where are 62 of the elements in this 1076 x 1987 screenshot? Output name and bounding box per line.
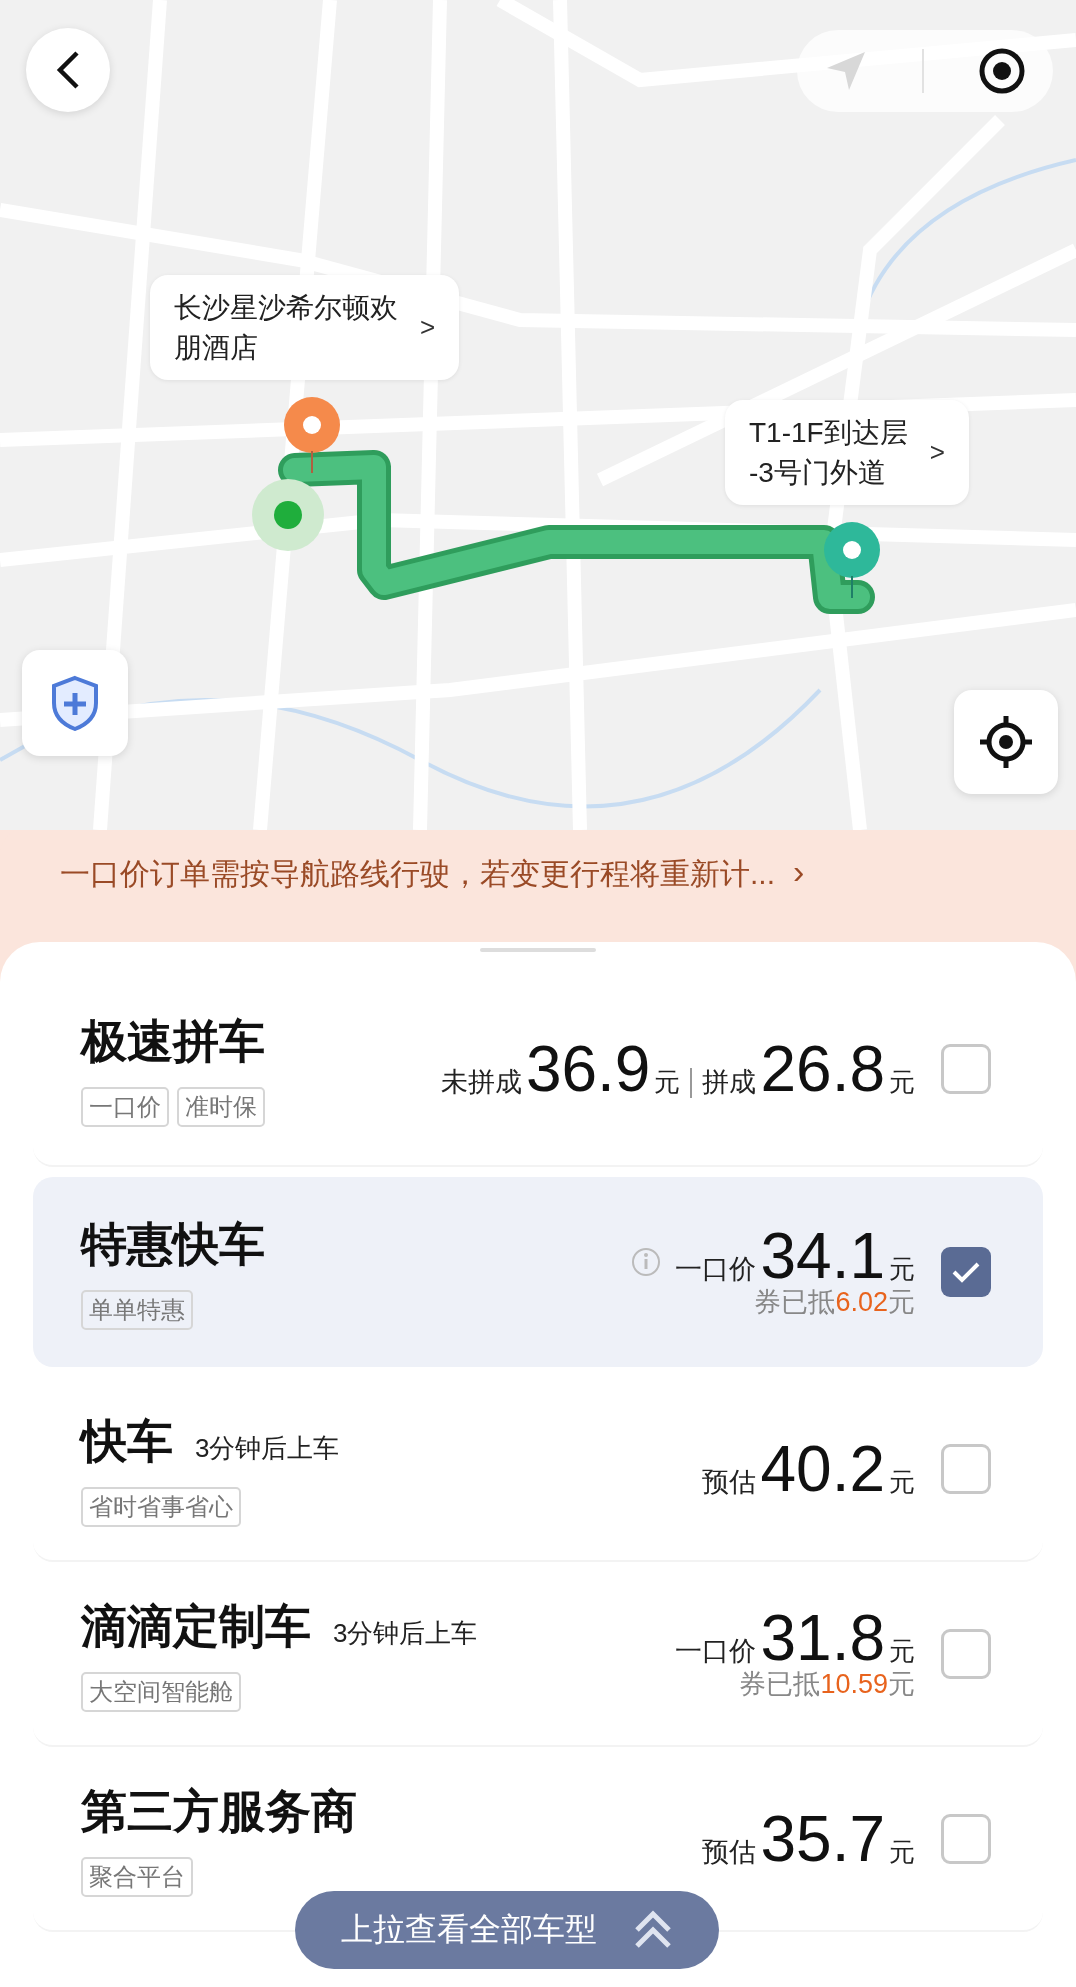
price-label: 一口价 <box>675 1253 757 1286</box>
price-amount: 40.2 <box>760 1436 885 1501</box>
ride-tag: 省时省事省心 <box>81 1486 241 1527</box>
ride-option[interactable]: 极速拼车 一口价 准时保 未拼成 36.9 元 拼成 26.8 元 <box>33 972 1043 1167</box>
ride-tag: 一口价 <box>81 1086 169 1127</box>
price-label: 预估 <box>702 1835 757 1869</box>
price-amount: 31.8 <box>760 1605 885 1670</box>
callout-text: 长沙星沙希尔顿欢 <box>174 291 398 325</box>
price-amount: 36.9 <box>525 1036 651 1101</box>
callout-arrow: > <box>420 312 436 344</box>
ride-checkbox[interactable] <box>941 1443 991 1494</box>
callout-text: 朋酒店 <box>174 330 259 365</box>
back-icon <box>55 50 81 90</box>
callout-arrow: > <box>929 437 945 469</box>
ride-name: 快车 <box>81 1413 173 1469</box>
ride-tag: 大空间智能舱 <box>81 1671 241 1712</box>
ride-option[interactable]: 滴滴定制车 3分钟后上车 大空间智能舱 一口价 31.8 元 券已抵10.59元 <box>33 1562 1043 1747</box>
ride-option[interactable]: 快车 3分钟后上车 省时省事省心 预估 40.2 元 <box>33 1377 1043 1562</box>
ride-checkbox[interactable] <box>941 1813 991 1864</box>
safety-shield-button[interactable] <box>22 650 128 756</box>
price-label: 未拼成 <box>440 1065 522 1099</box>
locate-icon <box>978 714 1034 770</box>
ride-name: 第三方服务商 <box>81 1783 357 1839</box>
notice-text: 一口价订单需按导航路线行驶，若变更行程将重新计... <box>60 856 775 892</box>
ride-checkbox[interactable] <box>941 1247 991 1297</box>
check-icon <box>951 1260 981 1284</box>
ride-name: 极速拼车 <box>81 1013 265 1069</box>
origin-pin-icon <box>282 395 342 475</box>
price-amount: 34.1 <box>760 1224 885 1288</box>
ride-tag: 单单特惠 <box>81 1290 193 1330</box>
price-unit: 元 <box>889 1253 915 1286</box>
price-amount: 26.8 <box>760 1036 885 1101</box>
callout-text: -3号门外道 <box>749 455 887 490</box>
ride-name: 特惠快车 <box>81 1217 265 1272</box>
price-unit: 元 <box>889 1065 915 1099</box>
callout-text: T1-1F到达层 <box>749 416 908 450</box>
pickup-eta: 3分钟后上车 <box>195 1431 340 1465</box>
price-unit: 元 <box>889 1634 915 1668</box>
ride-tag: 聚合平台 <box>81 1856 193 1897</box>
ride-checkbox[interactable] <box>941 1628 991 1679</box>
price-label: 预估 <box>702 1465 757 1499</box>
price-unit: 元 <box>654 1065 681 1099</box>
price-unit: 元 <box>889 1465 915 1499</box>
info-icon[interactable] <box>631 1247 662 1277</box>
pickup-eta: 3分钟后上车 <box>333 1616 478 1650</box>
ride-tag: 准时保 <box>177 1086 265 1127</box>
shield-icon <box>50 675 100 731</box>
price-amount: 35.7 <box>760 1806 885 1871</box>
price-label: 一口价 <box>675 1634 757 1668</box>
notice-arrow: › <box>793 854 805 888</box>
ride-checkbox[interactable] <box>941 1043 991 1094</box>
ride-name: 滴滴定制车 <box>81 1598 311 1654</box>
coupon-text: 券已抵6.02元 <box>754 1286 915 1319</box>
show-all-rides-button[interactable]: 上拉查看全部车型 <box>295 1891 719 1969</box>
current-location-icon <box>252 479 324 551</box>
coupon-text: 券已抵10.59元 <box>739 1667 915 1701</box>
ride-option[interactable]: 特惠快车 单单特惠 一口价 34.1 元 券已抵6.02元 <box>33 1177 1043 1367</box>
price-unit: 元 <box>889 1835 915 1869</box>
price-label: 拼成 <box>702 1065 757 1099</box>
drag-handle[interactable] <box>480 948 596 952</box>
destination-pin-icon <box>822 520 882 600</box>
locate-button[interactable] <box>954 690 1058 794</box>
